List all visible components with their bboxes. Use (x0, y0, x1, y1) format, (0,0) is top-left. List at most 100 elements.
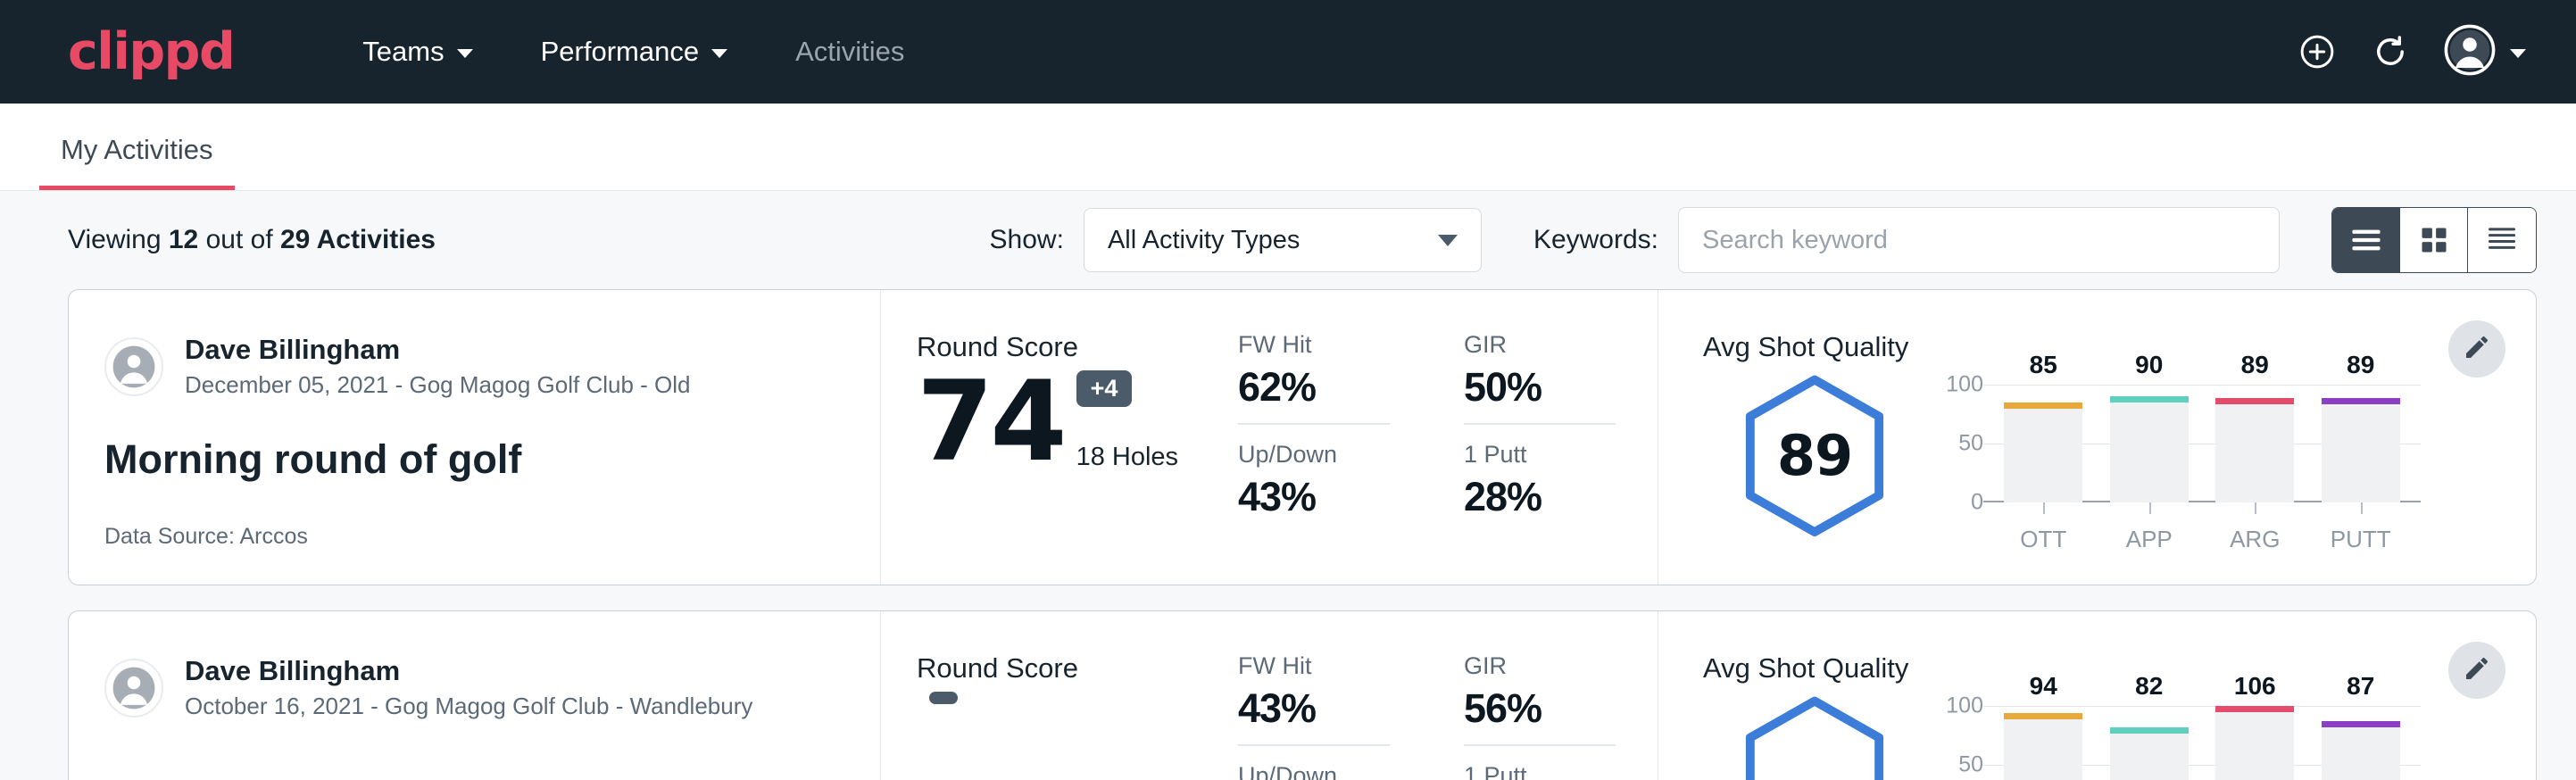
stat-up-down: Up/Down (1238, 762, 1432, 780)
shot-quality-hexagon (1741, 695, 1888, 780)
chart-plot-area: 85 90 89 (1983, 385, 2421, 502)
viewing-prefix: Viewing (68, 225, 162, 254)
viewing-total: 29 Activities (280, 225, 436, 254)
list-view-toggle[interactable] (2332, 208, 2400, 272)
top-nav-actions (2298, 24, 2526, 80)
stat-up-down: Up/Down 43% (1238, 441, 1432, 520)
y-tick-0: 0 (1971, 490, 1983, 516)
shot-quality-hexagon: 89 (1741, 374, 1888, 536)
stat-gir-value: 56% (1464, 685, 1616, 732)
tab-strip: My Activities (0, 104, 2576, 191)
stat-gir-label: GIR (1464, 331, 1616, 359)
bar-putt-value: 89 (2322, 351, 2400, 379)
stat-fw-hit-label: FW Hit (1238, 652, 1390, 680)
viewing-count-text: Viewing 12 out of 29 Activities (68, 225, 436, 255)
activity-meta: October 16, 2021 - Gog Magog Golf Club -… (185, 692, 752, 722)
bar-arg-value: 106 (2215, 672, 2294, 701)
chart-y-axis: 100 50 0 (1926, 385, 1983, 502)
pencil-icon (2463, 333, 2491, 366)
tab-my-activities[interactable]: My Activities (39, 134, 235, 190)
refresh-icon[interactable] (2371, 32, 2410, 71)
bar-ott: 85 (2004, 385, 2082, 502)
y-tick-100: 100 (1946, 372, 1983, 398)
edit-activity-button[interactable] (2448, 320, 2505, 378)
chevron-down-icon (457, 49, 473, 58)
activity-card[interactable]: Dave Billingham December 05, 2021 - Gog … (68, 289, 2537, 585)
bar-app-rect (2110, 396, 2189, 502)
pencil-icon (2463, 654, 2491, 687)
y-tick-50: 50 (1958, 752, 1983, 778)
filter-bar: Viewing 12 out of 29 Activities Show: Al… (0, 191, 2576, 289)
stat-up-down-label: Up/Down (1238, 441, 1432, 469)
compact-view-toggle[interactable] (2468, 208, 2536, 272)
viewing-count: 12 (169, 225, 198, 254)
activity-person-name: Dave Billingham (185, 333, 691, 368)
bar-arg-value: 89 (2215, 351, 2294, 379)
stat-up-down-label: Up/Down (1238, 762, 1432, 780)
filter-controls: Show: All Activity Types Keywords: (990, 207, 2537, 273)
view-mode-toggle-group (2331, 207, 2537, 273)
nav-item-teams-label: Teams (362, 36, 444, 68)
round-score-column: Round Score (881, 611, 1238, 780)
activity-identity: Dave Billingham October 16, 2021 - Gog M… (104, 654, 844, 722)
avatar (104, 337, 163, 396)
chart-y-axis: 100 50 0 (1926, 706, 1983, 780)
primary-nav: Teams Performance Activities (328, 36, 938, 68)
activity-data-source: Data Source: Arccos (104, 524, 844, 550)
nav-item-performance[interactable]: Performance (507, 36, 761, 68)
shot-quality-bar-chart: 100 50 0 85 (1926, 369, 2500, 502)
bar-app: 82 (2110, 706, 2189, 780)
grid-view-toggle[interactable] (2400, 208, 2468, 272)
account-menu[interactable] (2444, 24, 2526, 80)
add-icon[interactable] (2298, 32, 2337, 71)
activity-card[interactable]: Dave Billingham October 16, 2021 - Gog M… (68, 610, 2537, 780)
shot-quality-bar-chart: 100 50 0 94 (1926, 690, 2500, 780)
nav-item-activities[interactable]: Activities (761, 36, 938, 68)
round-stats-column: FW Hit 43% GIR 56% Up/Down 1 Putt (1238, 611, 1658, 780)
chevron-down-icon (2510, 49, 2526, 58)
stat-up-down-value: 43% (1238, 474, 1432, 520)
chart-x-axis: OTT APP ARG PUTT (1926, 502, 2500, 553)
bar-app-value: 90 (2110, 351, 2189, 379)
x-label-arg: ARG (2215, 526, 2294, 553)
activity-card-list: Dave Billingham December 05, 2021 - Gog … (0, 289, 2576, 780)
show-label: Show: (990, 225, 1064, 255)
chevron-down-icon (1438, 235, 1458, 246)
bar-putt: 89 (2322, 385, 2400, 502)
hexagon-icon (1741, 695, 1888, 780)
activity-meta: December 05, 2021 - Gog Magog Golf Club … (185, 370, 691, 401)
round-stats-column: FW Hit 62% GIR 50% Up/Down 43% 1 Putt 28… (1238, 290, 1658, 585)
bar-ott: 94 (2004, 706, 2082, 780)
activity-type-select[interactable]: All Activity Types (1084, 208, 1482, 272)
tick-app (2149, 502, 2151, 514)
stat-one-putt: 1 Putt 28% (1464, 441, 1658, 520)
bar-app: 90 (2110, 385, 2189, 502)
edit-activity-button[interactable] (2448, 642, 2505, 699)
stat-one-putt: 1 Putt (1464, 762, 1658, 780)
activity-title: Morning round of golf (104, 436, 844, 483)
bar-arg: 89 (2215, 385, 2294, 502)
x-label-putt: PUTT (2322, 526, 2400, 553)
score-delta-badge: +4 (1076, 370, 1133, 407)
avg-shot-quality-column: Avg Shot Quality 100 50 (1658, 611, 2536, 780)
avatar (104, 659, 163, 718)
nav-item-activities-label: Activities (795, 36, 904, 68)
round-score-label: Round Score (917, 652, 1238, 685)
nav-item-teams[interactable]: Teams (328, 36, 506, 68)
avg-shot-quality-column: Avg Shot Quality 89 100 50 (1658, 290, 2536, 585)
stat-one-putt-value: 28% (1464, 474, 1658, 520)
round-score-column: Round Score 74 +4 18 Holes (881, 290, 1238, 585)
bar-arg-rect (2215, 398, 2294, 502)
clippd-logo[interactable]: clippd (68, 27, 234, 78)
score-delta-badge (929, 692, 958, 704)
bar-app-value: 82 (2110, 672, 2189, 701)
account-avatar-icon (2444, 24, 2496, 80)
activity-info-column: Dave Billingham December 05, 2021 - Gog … (69, 290, 881, 585)
search-input[interactable] (1678, 207, 2280, 273)
shot-quality-hexagon-wrap (1703, 690, 1926, 780)
round-score-value-row: 74 +4 18 Holes (917, 370, 1238, 476)
x-label-app: APP (2110, 526, 2189, 553)
shot-quality-score: 89 (1777, 423, 1852, 488)
bar-putt-value: 87 (2322, 672, 2400, 701)
activity-person-name: Dave Billingham (185, 654, 752, 689)
